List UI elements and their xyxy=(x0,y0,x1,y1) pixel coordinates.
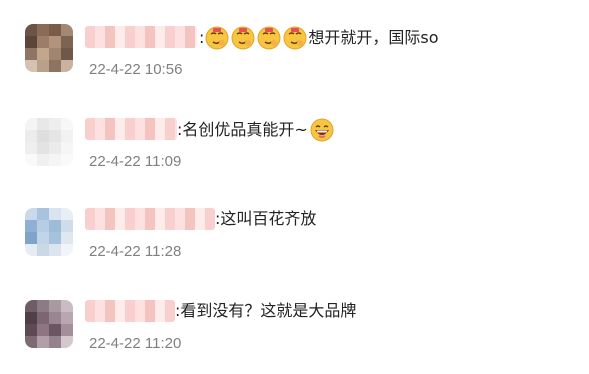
username[interactable] xyxy=(85,300,175,322)
avatar[interactable] xyxy=(25,208,73,256)
comment-item: :看到没有？这就是大品牌 22-4-22 11:20 xyxy=(0,292,589,362)
comment-list: : 想开就开，国际so 22-4-22 10:56 :名创优品真能开~ 22-4… xyxy=(0,0,589,374)
smirk-emoji-icon xyxy=(205,26,229,50)
smirk-emoji-icon xyxy=(283,26,307,50)
comment-item: :这叫百花齐放 22-4-22 11:28 xyxy=(0,200,589,270)
comment-item: :名创优品真能开~ 22-4-22 11:09 xyxy=(0,110,589,180)
grin-emoji-icon xyxy=(310,118,334,142)
avatar[interactable] xyxy=(25,300,73,348)
avatar[interactable] xyxy=(25,118,73,166)
comment-body: :看到没有？这就是大品牌 xyxy=(175,301,357,320)
username[interactable] xyxy=(85,26,197,48)
comment-timestamp: 22-4-22 10:56 xyxy=(89,61,183,78)
comment-body: :这叫百花齐放 xyxy=(215,209,317,228)
comment-timestamp: 22-4-22 11:20 xyxy=(89,335,182,352)
username[interactable] xyxy=(85,118,177,140)
comment-timestamp: 22-4-22 11:09 xyxy=(89,153,182,170)
avatar[interactable] xyxy=(25,24,73,72)
comment-body: :名创优品真能开~ xyxy=(177,120,308,139)
comment-text: :这叫百花齐放 xyxy=(215,208,316,230)
comment-item: : 想开就开，国际so 22-4-22 10:56 xyxy=(0,18,589,88)
username[interactable] xyxy=(85,208,215,230)
smirk-emoji-icon xyxy=(257,26,281,50)
comment-text: : 想开就开，国际so xyxy=(199,26,439,50)
comment-timestamp: 22-4-22 11:28 xyxy=(89,243,182,260)
smirk-emoji-icon xyxy=(231,26,255,50)
comment-body: 想开就开，国际so xyxy=(308,28,439,47)
comment-colon: : xyxy=(199,28,205,47)
comment-text: :看到没有？这就是大品牌 xyxy=(175,300,356,322)
comment-text: :名创优品真能开~ xyxy=(177,118,335,142)
